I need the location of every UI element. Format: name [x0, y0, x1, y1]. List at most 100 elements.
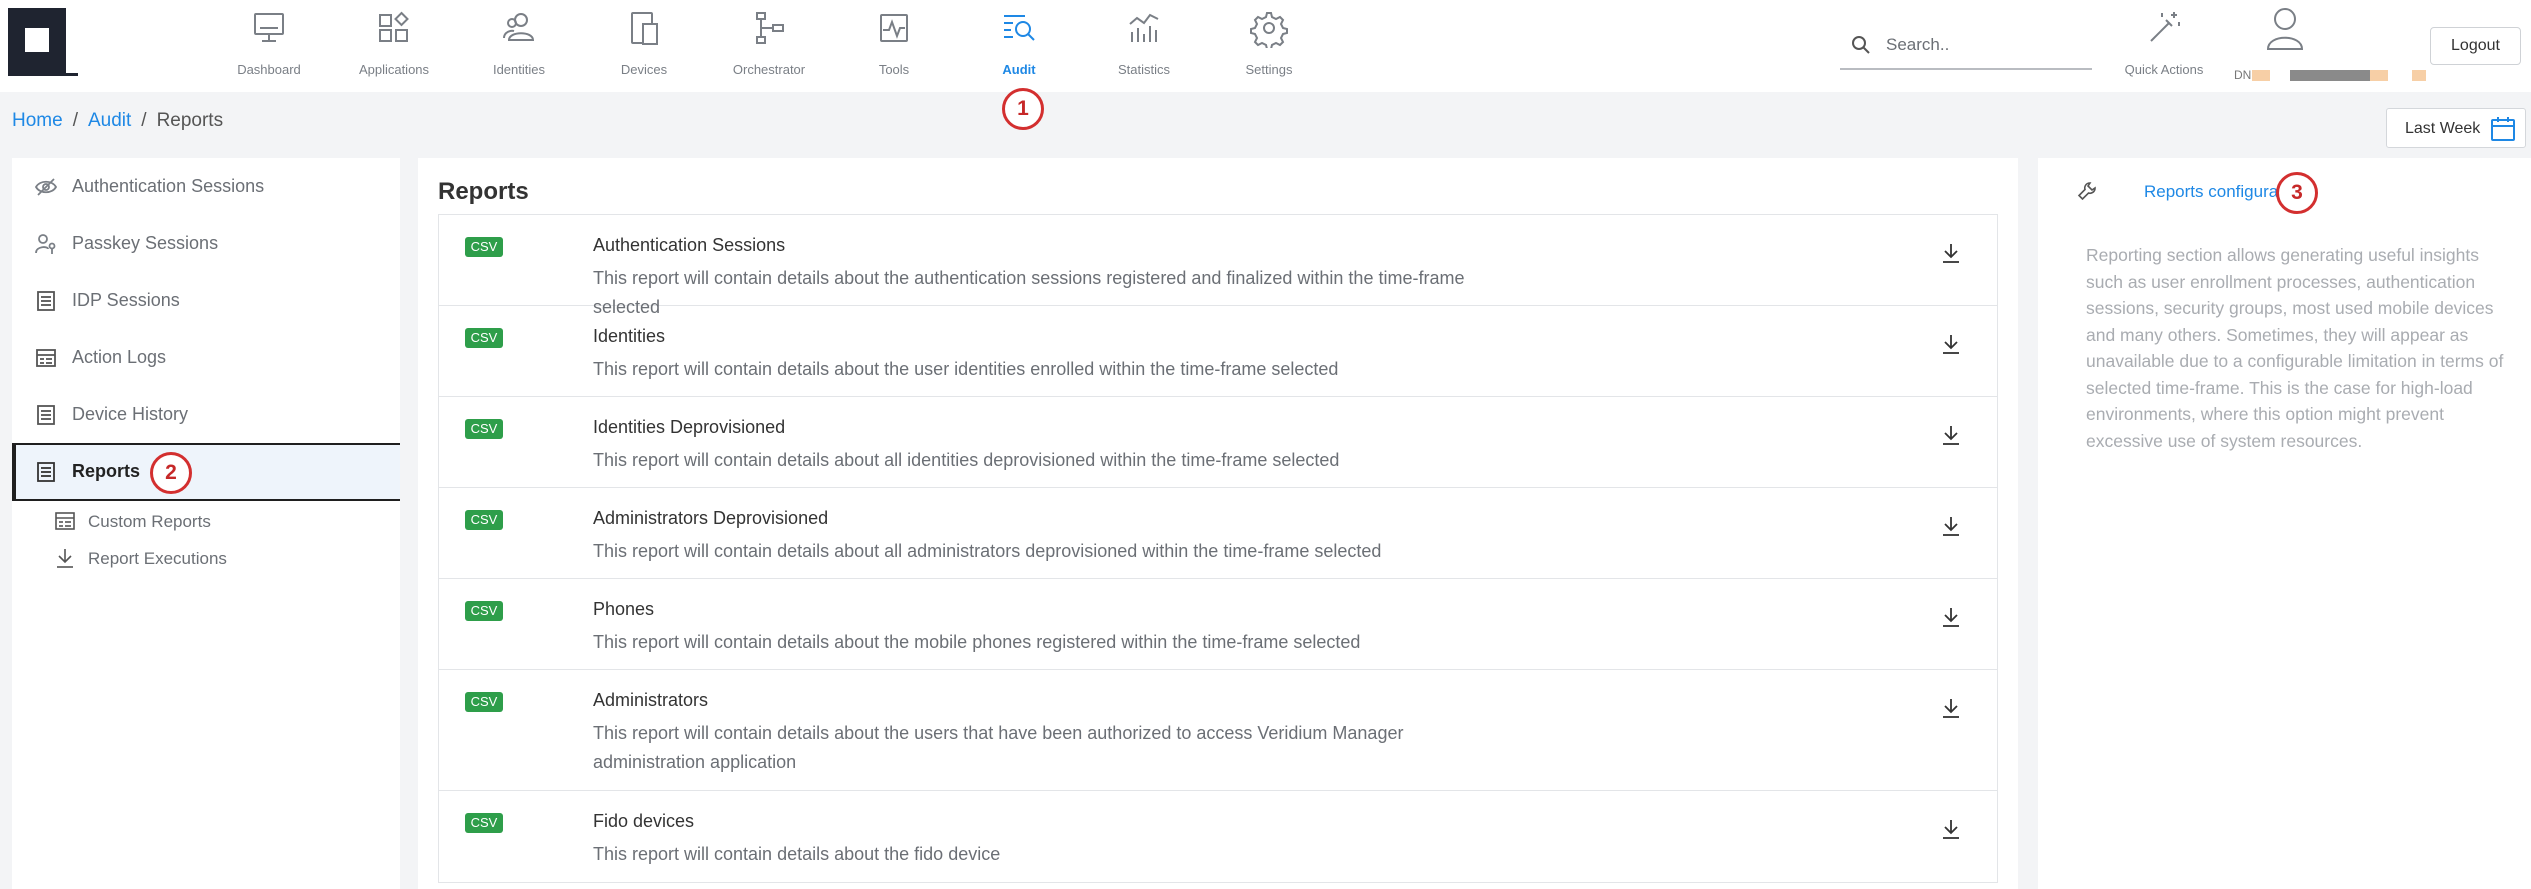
download-icon[interactable] — [1939, 241, 1963, 265]
sidebar-item-label: IDP Sessions — [72, 290, 180, 310]
download-icon[interactable] — [1939, 332, 1963, 356]
report-description: This report will contain details about a… — [593, 450, 1340, 470]
redacted-bar — [2412, 70, 2426, 81]
report-title: Administrators — [593, 690, 709, 710]
apps-icon — [379, 11, 409, 42]
nav-label: Tools — [878, 62, 910, 77]
sidebar-item-authentication-sessions[interactable]: Authentication Sessions — [12, 158, 400, 216]
calendar-icon — [2491, 117, 2515, 141]
csv-badge: CSV — [465, 692, 503, 712]
report-row: CSV Fido devices This report will contai… — [439, 791, 1997, 882]
statistics-icon — [1129, 13, 1159, 42]
time-filter-button[interactable]: Last Week — [2386, 108, 2526, 148]
sidebar-subitem-report-executions[interactable]: Report Executions — [12, 540, 400, 576]
redacted-bar — [2252, 70, 2270, 81]
user-dn-label: DN — [2234, 68, 2252, 82]
csv-badge: CSV — [465, 601, 503, 621]
download-icon — [57, 549, 73, 568]
nav-orchestrator[interactable]: Orchestrator — [714, 8, 824, 80]
nav-label: Statistics — [1117, 62, 1170, 77]
nav-identities[interactable]: Identities — [464, 8, 574, 80]
report-row: CSV Authentication Sessions This report … — [439, 215, 1997, 317]
report-title: Identities — [593, 326, 666, 346]
search-input[interactable] — [1886, 30, 2086, 60]
sidebar-subitem-custom-reports[interactable]: Custom Reports — [12, 503, 400, 539]
annotation-badge: 1 — [1002, 88, 1044, 130]
time-filter-label: Last Week — [2405, 120, 2481, 137]
report-description: This report will contain details about t… — [593, 723, 1404, 772]
redacted-bar — [2370, 70, 2388, 81]
devices-icon — [631, 12, 658, 45]
nav-label: Settings — [1245, 62, 1293, 77]
report-row: CSV Identities This report will contain … — [439, 306, 1997, 397]
search-icon — [1852, 36, 1870, 54]
download-icon[interactable] — [1939, 514, 1963, 538]
report-title: Authentication Sessions — [593, 235, 786, 255]
download-icon[interactable] — [1939, 696, 1963, 720]
user-key-icon — [35, 234, 56, 254]
sidebar-item-reports[interactable]: Reports — [12, 443, 400, 501]
gear-icon — [1250, 12, 1288, 48]
audit-icon — [1004, 15, 1035, 41]
csv-badge: CSV — [465, 419, 503, 439]
user-profile[interactable]: DN — [2232, 6, 2428, 86]
log-table-icon — [36, 349, 56, 367]
breadcrumb-home[interactable]: Home — [12, 110, 63, 131]
report-description: This report will contain details about t… — [593, 844, 1001, 864]
nav-statistics[interactable]: Statistics — [1089, 8, 1199, 80]
report-title: Administrators Deprovisioned — [593, 508, 829, 528]
sidebar-item-label: Reports — [72, 461, 141, 481]
sidebar-item-label: Device History — [72, 404, 189, 424]
csv-badge: CSV — [465, 813, 503, 833]
nav-settings[interactable]: Settings — [1214, 8, 1324, 80]
sidebar-item-idp-sessions[interactable]: IDP Sessions — [12, 272, 400, 330]
report-row: CSV Identities Deprovisioned This report… — [439, 397, 1997, 488]
report-title: Phones — [593, 599, 655, 619]
redacted-bar — [2290, 70, 2370, 81]
monitor-icon — [254, 13, 284, 42]
nav-dashboard[interactable]: Dashboard — [214, 8, 324, 80]
sidebar-item-action-logs[interactable]: Action Logs — [12, 329, 400, 387]
csv-badge: CSV — [465, 510, 503, 530]
report-description: This report will contain details about t… — [593, 359, 1339, 379]
breadcrumb-current: Reports — [156, 110, 224, 131]
logout-button[interactable]: Logout — [2430, 27, 2521, 65]
nav-label: Applications — [358, 62, 430, 77]
magic-wand-icon — [2150, 12, 2180, 42]
user-avatar-icon — [2266, 8, 2304, 50]
nav-audit[interactable]: Audit — [964, 8, 1074, 80]
download-icon[interactable] — [1939, 605, 1963, 629]
breadcrumb: Home / Audit / Reports — [12, 110, 224, 131]
breadcrumb-audit[interactable]: Audit — [88, 110, 131, 131]
orchestrator-icon — [756, 12, 784, 44]
app-logo[interactable] — [8, 8, 78, 76]
page-title: Reports — [438, 178, 529, 205]
sidebar-item-label: Passkey Sessions — [72, 233, 219, 253]
annotation-badge: 3 — [2276, 172, 2318, 214]
nav-applications[interactable]: Applications — [339, 8, 449, 80]
sidebar-item-passkey-sessions[interactable]: Passkey Sessions — [12, 215, 400, 273]
report-title: Fido devices — [593, 811, 695, 831]
nav-label: Devices — [620, 62, 668, 77]
quick-actions-button[interactable]: Quick Actions — [2112, 8, 2216, 80]
reports-info-panel: Reports configuration Reporting section … — [2038, 158, 2531, 889]
nav-label: Audit — [1002, 62, 1036, 77]
list-icon — [37, 291, 55, 311]
download-icon[interactable] — [1939, 423, 1963, 447]
report-description: This report will contain details about a… — [593, 541, 1382, 561]
sidebar-item-label: Action Logs — [72, 347, 167, 367]
nav-label: Dashboard — [237, 62, 301, 77]
nav-tools[interactable]: Tools — [839, 8, 949, 80]
audit-sidebar: Authentication Sessions Passkey Sessions… — [12, 158, 400, 889]
list-icon — [37, 462, 55, 482]
download-icon[interactable] — [1939, 817, 1963, 841]
report-row: CSV Administrators Deprovisioned This re… — [439, 488, 1997, 579]
sidebar-item-device-history[interactable]: Device History — [12, 386, 400, 444]
csv-badge: CSV — [465, 328, 503, 348]
nav-devices[interactable]: Devices — [589, 8, 699, 80]
search-box — [1840, 20, 2092, 70]
report-row: CSV Administrators This report will cont… — [439, 670, 1997, 791]
wrench-icon — [2077, 182, 2096, 201]
list-icon — [37, 405, 55, 425]
tools-icon — [880, 14, 908, 42]
